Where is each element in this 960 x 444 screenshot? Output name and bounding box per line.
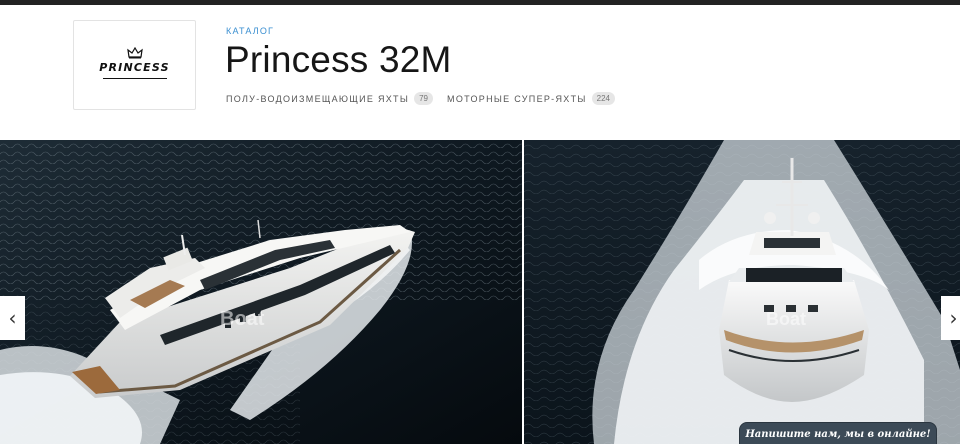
- page-title: Princess 32M: [225, 39, 452, 80]
- chevron-left-icon: ‹: [8, 306, 17, 330]
- princess-logo: PRINCESS: [89, 47, 181, 83]
- photo-watermark: Boat: [766, 309, 806, 329]
- online-chat-button[interactable]: Напишите нам, мы в онлайне!: [739, 422, 937, 444]
- category-tags: ПОЛУ-ВОДОИЗМЕЩАЮЩИЕ ЯХТЫ 79 МОТОРНЫЕ СУП…: [226, 92, 629, 105]
- breadcrumb-catalog[interactable]: КАТАЛОГ: [226, 26, 274, 36]
- page-header: PRINCESS КАТАЛОГ Princess 32M ПОЛУ-ВОДОИ…: [0, 5, 960, 140]
- gallery-photo-side-view[interactable]: Boat: [0, 140, 522, 444]
- logo-underline: [102, 78, 167, 79]
- gallery-photo-front-view[interactable]: Boat: [524, 140, 960, 444]
- tag-count-badge: 224: [591, 92, 615, 105]
- photo-gallery[interactable]: Boat Boat ‹ ›: [0, 140, 960, 444]
- tag-count-badge: 79: [414, 92, 434, 105]
- gallery-prev-button[interactable]: ‹: [0, 296, 25, 340]
- tag-label: МОТОРНЫЕ СУПЕР-ЯХТЫ: [447, 93, 587, 104]
- yacht-photo-front: Boat: [524, 140, 960, 444]
- chevron-right-icon: ›: [949, 306, 958, 330]
- tag-semi-displacement[interactable]: ПОЛУ-ВОДОИЗМЕЩАЮЩИЕ ЯХТЫ 79: [226, 92, 434, 105]
- crown-icon: [126, 47, 143, 59]
- tag-motor-superyachts[interactable]: МОТОРНЫЕ СУПЕР-ЯХТЫ 224: [447, 92, 615, 105]
- brand-logo-link[interactable]: PRINCESS: [73, 20, 196, 110]
- photo-watermark: Boat: [220, 308, 265, 330]
- logo-wordmark: PRINCESS: [99, 61, 170, 74]
- yacht-photo-side: Boat: [0, 140, 522, 444]
- tag-label: ПОЛУ-ВОДОИЗМЕЩАЮЩИЕ ЯХТЫ: [226, 93, 410, 104]
- gallery-next-button[interactable]: ›: [941, 296, 960, 340]
- chat-label: Напишите нам, мы в онлайне!: [745, 428, 931, 440]
